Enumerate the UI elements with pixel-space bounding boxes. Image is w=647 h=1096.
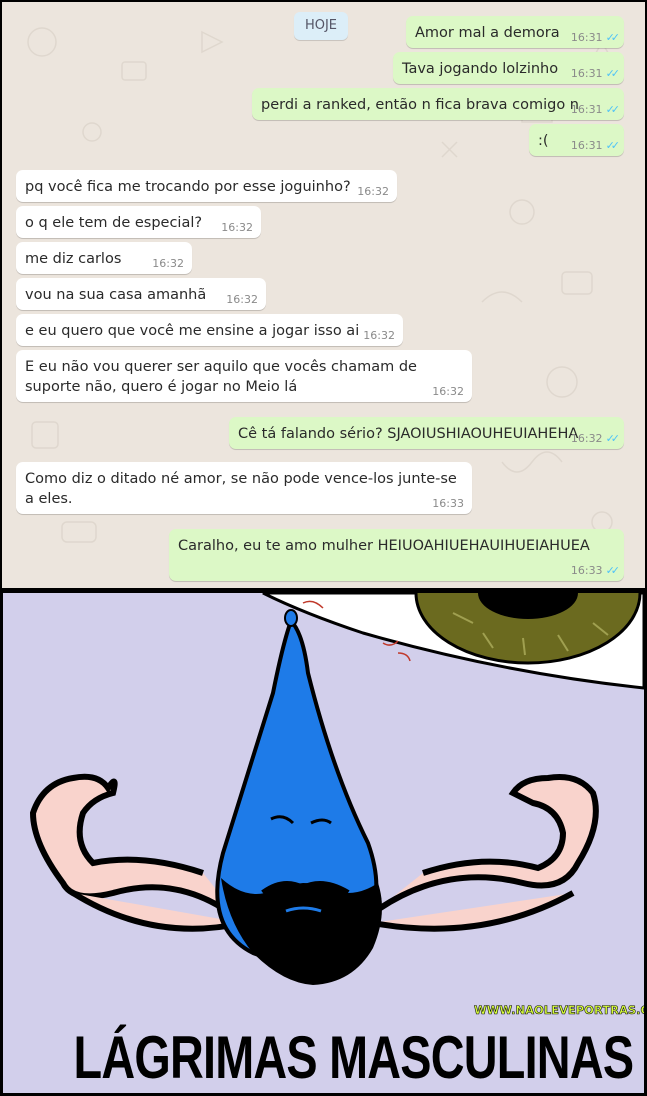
message-text: Cê tá falando sério? SJAOIUSHIAOUHEUIAHE… [238,426,579,442]
outgoing-message-bubble[interactable]: Cê tá falando sério? SJAOIUSHIAOUHEUIAHE… [229,417,624,449]
message-time: 16:32 [152,257,184,270]
message-meta: 16:32 [152,257,184,270]
double-check-icon: ✓✓ [605,67,621,80]
message-meta: 16:33 [432,497,464,510]
incoming-message-bubble[interactable]: Como diz o ditado né amor, se não pode v… [16,462,472,514]
chat-screenshot: HOJE Amor mal a demora 16:31 ✓✓ Tava jogand… [0,0,647,590]
message-time: 16:33 [432,497,464,510]
message-text: perdi a ranked, então n fica brava comig… [261,97,579,113]
message-text: :( [538,133,549,149]
message-text: o q ele tem de especial? [25,215,203,231]
message-text: vou na sua casa amanhã [25,287,207,303]
message-meta: 16:31 ✓✓ [570,139,621,152]
message-meta: 16:32 [226,293,258,306]
outgoing-message-bubble[interactable]: perdi a ranked, então n fica brava comig… [252,88,624,120]
message-text: e eu quero que você me ensine a jogar is… [25,323,360,339]
message-text: Caralho, eu te amo mulher HEIUOAHIUEHAUI… [178,538,590,554]
incoming-message-bubble[interactable]: e eu quero que você me ensine a jogar is… [16,314,403,346]
comic-illustration [29,593,644,985]
message-text: Amor mal a demora [415,25,560,41]
outgoing-message-bubble[interactable]: Caralho, eu te amo mulher HEIUOAHIUEHAUI… [169,529,624,581]
left-flexing-arm [29,773,245,932]
message-text: E eu não vou querer ser aquilo que vocês… [25,359,417,395]
message-time: 16:31 [570,67,603,80]
message-time: 16:31 [570,31,603,44]
incoming-message-bubble[interactable]: vou na sua casa amanhã 16:32 [16,278,266,310]
message-time: 16:32 [357,185,389,198]
message-time: 16:33 [570,564,603,577]
double-check-icon: ✓✓ [605,31,621,44]
incoming-message-bubble[interactable]: me diz carlos 16:32 [16,242,192,274]
double-check-icon: ✓✓ [605,432,621,445]
message-meta: 16:31 ✓✓ [570,103,621,116]
message-text: Como diz o ditado né amor, se não pode v… [25,471,457,507]
outgoing-message-bubble[interactable]: Tava jogando lolzinho 16:31 ✓✓ [393,52,624,84]
right-flexing-arm [371,774,599,932]
outgoing-message-bubble[interactable]: :( 16:31 ✓✓ [529,124,624,156]
beard [221,878,382,985]
message-meta: 16:31 ✓✓ [570,67,621,80]
double-check-icon: ✓✓ [605,139,621,152]
message-meta: 16:33 ✓✓ [570,564,621,577]
incoming-message-bubble[interactable]: E eu não vou querer ser aquilo que vocês… [16,350,472,402]
message-text: Tava jogando lolzinho [402,61,559,77]
message-text: pq você fica me trocando por esse joguin… [25,179,351,195]
comic-caption: LÁGRIMAS MASCULINAS [73,1024,635,1091]
message-meta: 16:31 ✓✓ [570,31,621,44]
date-divider: HOJE [294,12,348,40]
double-check-icon: ✓✓ [605,103,621,116]
incoming-message-bubble[interactable]: pq você fica me trocando por esse joguin… [16,170,397,202]
crying-eye [262,593,644,690]
message-meta: 16:32 [363,329,395,342]
message-time: 16:32 [432,385,464,398]
outgoing-message-bubble[interactable]: Amor mal a demora 16:31 ✓✓ [406,16,624,48]
message-text: me diz carlos [25,251,122,267]
message-meta: 16:32 [221,221,253,234]
message-time: 16:32 [226,293,258,306]
watermark: WWW.NAOLEVEPORTRAS.COM [474,1003,644,1018]
message-time: 16:31 [570,103,603,116]
double-check-icon: ✓✓ [605,564,621,577]
rage-comic-panel: WWW.NAOLEVEPORTRAS.COM LÁGRIMAS MASCULIN… [0,590,647,1096]
message-time: 16:32 [570,432,603,445]
comic-frame: WWW.NAOLEVEPORTRAS.COM LÁGRIMAS MASCULIN… [3,593,644,1093]
message-time: 16:31 [570,139,603,152]
message-meta: 16:32 [432,385,464,398]
message-time: 16:32 [221,221,253,234]
message-time: 16:32 [363,329,395,342]
incoming-message-bubble[interactable]: o q ele tem de especial? 16:32 [16,206,261,238]
message-meta: 16:32 [357,185,389,198]
message-meta: 16:32 ✓✓ [570,432,621,445]
